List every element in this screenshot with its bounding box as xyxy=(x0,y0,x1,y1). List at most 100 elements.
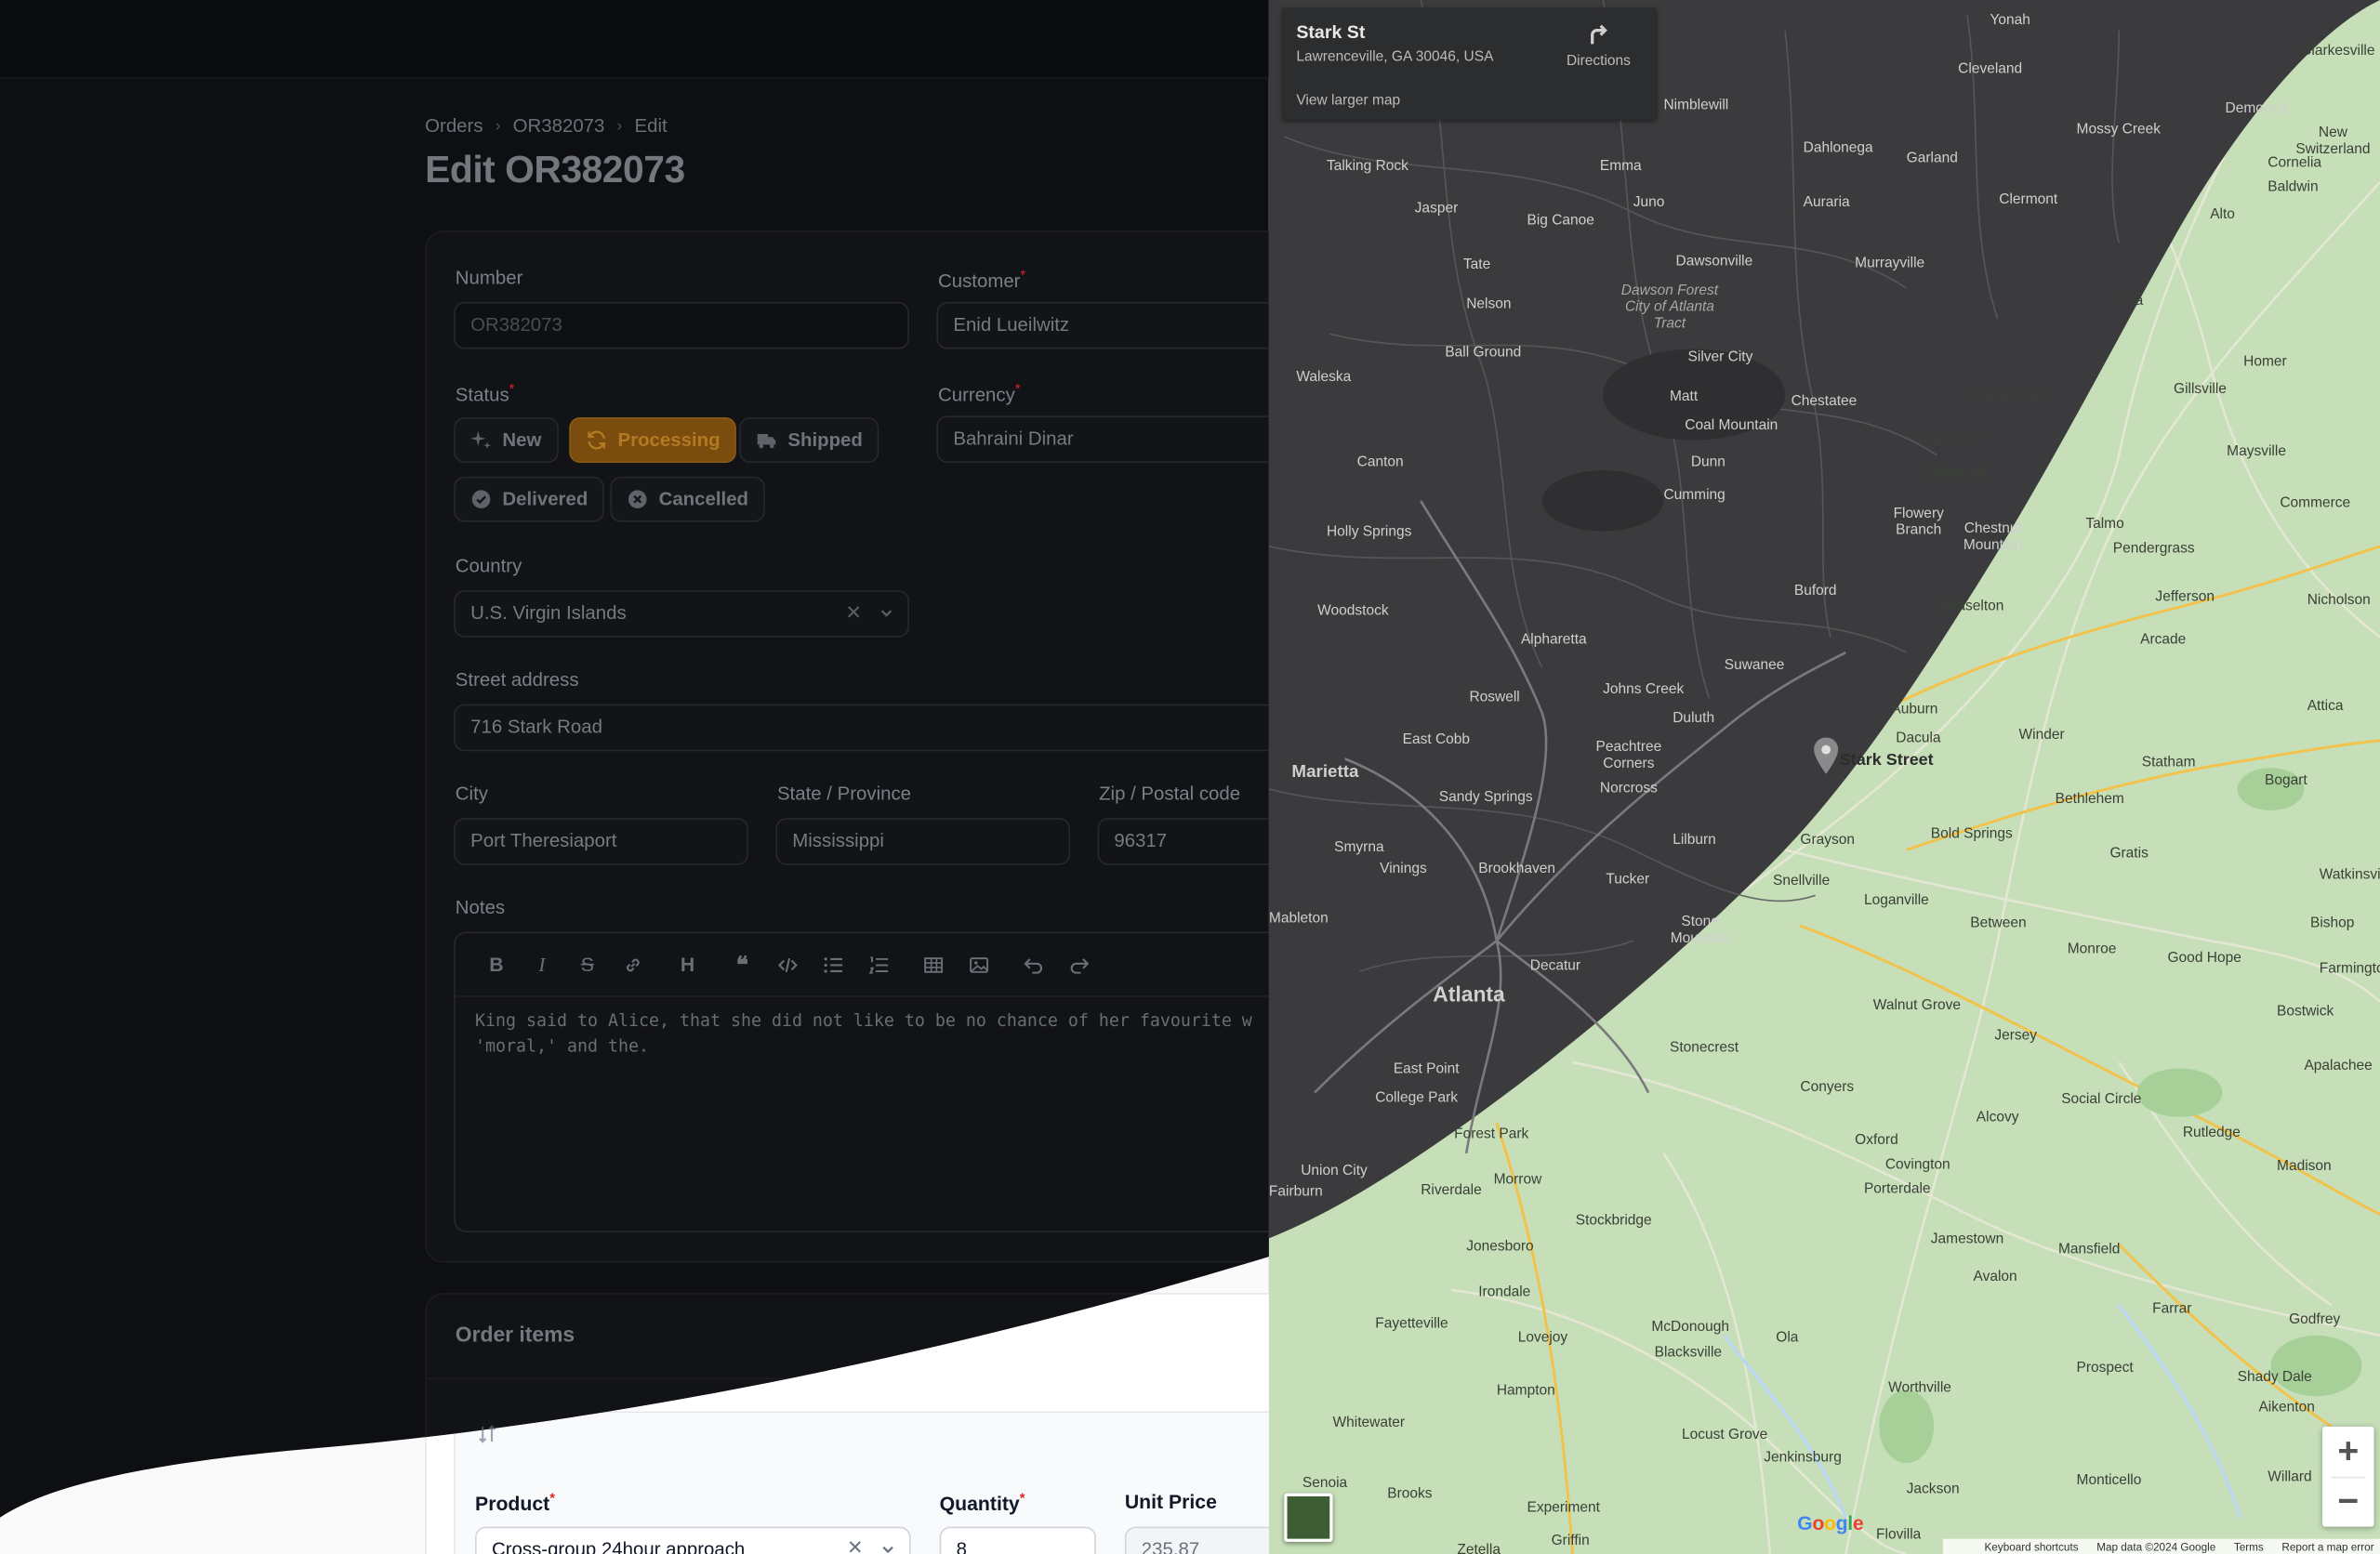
product-clear-icon[interactable]: ✕ xyxy=(847,1535,864,1554)
map-place: Walnut Grove xyxy=(1872,996,1962,1014)
report-error-link[interactable]: Report a map error xyxy=(2281,1539,2373,1553)
google-logo: Google xyxy=(1797,1511,1864,1534)
country-select[interactable]: U.S. Virgin Islands xyxy=(454,590,909,638)
number-input[interactable]: OR382073 xyxy=(454,302,909,349)
ordered-list-icon[interactable] xyxy=(856,943,902,986)
redo-icon[interactable] xyxy=(1056,943,1102,986)
blockquote-icon[interactable]: ❝ xyxy=(720,943,765,986)
directions-icon[interactable] xyxy=(1586,21,1610,46)
map-place: Watkinsville xyxy=(2319,866,2380,884)
link-icon[interactable] xyxy=(610,943,655,986)
map-place: Waleska xyxy=(1296,368,1352,386)
map-place: Duluth xyxy=(1673,710,1715,728)
unit-price-label: Unit Price xyxy=(1124,1490,1217,1513)
map-place: Stone Mountain xyxy=(1670,913,1730,947)
bullet-list-icon[interactable] xyxy=(811,943,856,986)
map-place: Homer xyxy=(2243,353,2287,371)
zoom-out-button[interactable]: − xyxy=(2322,1477,2374,1527)
map-place: Jackson xyxy=(1906,1481,1960,1498)
map-place: Bethlehem xyxy=(2055,790,2124,808)
map-place: Jasper xyxy=(1414,200,1459,217)
table-icon[interactable] xyxy=(911,943,957,986)
bold-icon[interactable]: B xyxy=(473,943,519,986)
map-place: Roswell xyxy=(1469,689,1520,706)
map-place: Canton xyxy=(1356,454,1404,471)
map-place: Monroe xyxy=(2067,941,2117,958)
map-place: Union City xyxy=(1301,1162,1368,1179)
place-title: Stark St xyxy=(1296,20,1366,43)
satellite-layer-toggle[interactable] xyxy=(1284,1493,1333,1542)
map-footer: Keyboard shortcuts Map data ©2024 Google… xyxy=(1942,1538,2380,1554)
map-place: Whitewater xyxy=(1332,1414,1406,1431)
status-delivered-button[interactable]: Delivered xyxy=(454,477,604,522)
map-view[interactable]: Yonah Cleveland Nimblewill Dahlonega Gar… xyxy=(1268,0,2380,1554)
street-input[interactable]: 716 Stark Road xyxy=(454,705,1269,752)
italic-icon[interactable]: I xyxy=(519,943,564,986)
view-larger-map-link[interactable]: View larger map xyxy=(1296,93,1400,110)
map-place: East Point xyxy=(1393,1060,1460,1078)
map-place: Norcross xyxy=(1599,780,1658,797)
terms-link[interactable]: Terms xyxy=(2234,1539,2264,1553)
map-place: Stonecrest xyxy=(1669,1039,1739,1057)
map-place: Riverdale xyxy=(1421,1181,1482,1199)
heading-icon[interactable]: H xyxy=(665,943,710,986)
currency-label: Currency* xyxy=(938,380,1021,406)
image-icon[interactable] xyxy=(957,943,1002,986)
customer-select[interactable]: Enid Lueilwitz xyxy=(936,302,1269,349)
map-place: Mossy Creek xyxy=(2076,121,2162,138)
map-place: Braselton xyxy=(1942,598,2004,615)
zoom-in-button[interactable]: + xyxy=(2322,1427,2374,1477)
status-new-button[interactable]: New xyxy=(454,417,558,463)
state-input[interactable]: Mississippi xyxy=(775,818,1070,865)
map-place: Vinings xyxy=(1380,860,1427,877)
map-place: Godfrey xyxy=(2289,1310,2341,1328)
quantity-input[interactable]: 8 xyxy=(939,1526,1096,1554)
product-select[interactable]: Cross-group 24hour approach xyxy=(475,1526,911,1554)
map-place: Blacksville xyxy=(1654,1344,1723,1362)
status-cancelled-button[interactable]: Cancelled xyxy=(610,477,765,522)
zip-input[interactable]: 96317 xyxy=(1097,818,1268,865)
status-processing-button[interactable]: Processing xyxy=(569,417,736,463)
map-place: Bostwick xyxy=(2277,1003,2334,1021)
breadcrumb-order[interactable]: OR382073 xyxy=(513,115,605,137)
editor-toolbar: B I S H ❝ xyxy=(456,933,1269,997)
keyboard-shortcuts-link[interactable]: Keyboard shortcuts xyxy=(1984,1539,2078,1553)
map-place: Juno xyxy=(1633,193,1665,211)
undo-icon[interactable] xyxy=(1011,943,1056,986)
map-place: Pendergrass xyxy=(2112,540,2195,558)
directions-link[interactable]: Directions xyxy=(1567,53,1631,70)
map-place: Between xyxy=(1970,915,2027,932)
state-label: State / Province xyxy=(776,783,912,805)
map-place: Baldwin xyxy=(2268,178,2319,196)
country-clear-icon[interactable]: ✕ xyxy=(845,601,862,626)
status-label: Status* xyxy=(455,380,515,406)
map-place: Conyers xyxy=(1800,1078,1855,1096)
customer-label: Customer* xyxy=(938,267,1026,292)
map-place: Winder xyxy=(2018,727,2065,744)
notes-editor[interactable]: B I S H ❝ King said to Alice, that she d… xyxy=(454,932,1269,1232)
currency-select[interactable]: Bahraini Dinar xyxy=(936,415,1269,463)
map-place: Stockbridge xyxy=(1575,1212,1652,1230)
map-place: Garland xyxy=(1906,150,1958,167)
map-place: Mansfield xyxy=(2057,1241,2121,1258)
map-place: Farrar xyxy=(2152,1300,2192,1318)
place-address: Lawrenceville, GA 30046, USA xyxy=(1296,48,1494,66)
strikethrough-icon[interactable]: S xyxy=(564,943,610,986)
map-place: Alto xyxy=(2210,206,2235,224)
city-input[interactable]: Port Theresiaport xyxy=(454,818,748,865)
map-place: Lula xyxy=(2115,293,2144,310)
map-place: Talking Rock xyxy=(1326,157,1408,175)
map-place: Clarkesville xyxy=(2301,42,2375,59)
check-badge-icon xyxy=(470,489,492,510)
location-pin-icon[interactable] xyxy=(1814,737,1839,774)
map-place: Apalachee xyxy=(2304,1058,2373,1075)
map-place: Madison xyxy=(2277,1157,2332,1175)
chevron-right-icon: › xyxy=(495,116,501,136)
map-place: Oakwood xyxy=(1924,464,1986,481)
order-items-title: Order items xyxy=(455,1322,575,1347)
map-place: Zetella xyxy=(1457,1541,1501,1554)
breadcrumb-edit: Edit xyxy=(634,115,668,137)
code-icon[interactable] xyxy=(765,943,811,986)
status-shipped-button[interactable]: Shipped xyxy=(739,417,879,463)
breadcrumb-orders[interactable]: Orders xyxy=(425,115,483,137)
